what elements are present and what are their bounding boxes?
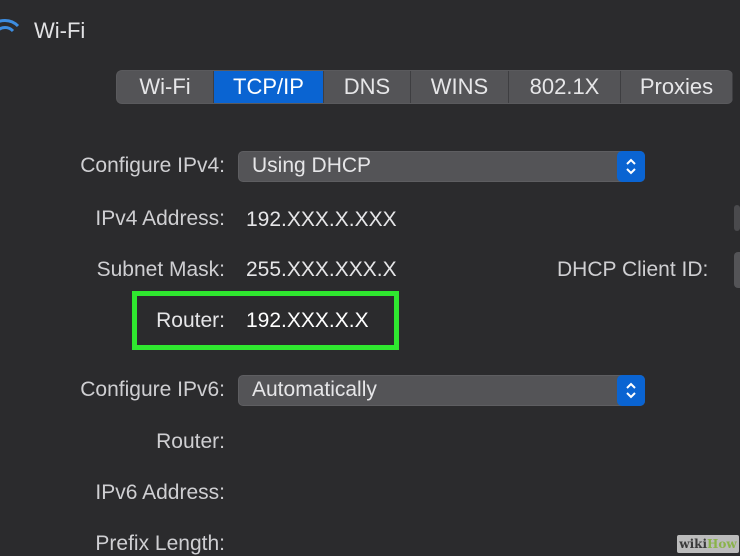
prefix-length-label: Prefix Length: (95, 532, 225, 555)
router-value: 192.XXX.X.X (246, 309, 369, 332)
tab-8021x[interactable]: 802.1X (509, 71, 621, 103)
ipv4-address-label: IPv4 Address: (95, 207, 225, 230)
configure-ipv4-popup[interactable]: Using DHCP (238, 151, 645, 182)
watermark-part1: wiki (679, 537, 708, 551)
subnet-mask-value: 255.XXX.XXX.X (246, 258, 397, 281)
configure-ipv6-stepper[interactable] (617, 375, 645, 406)
ipv6-address-label: IPv6 Address: (95, 481, 225, 504)
tab-dns[interactable]: DNS (324, 71, 411, 103)
tab-bar: Wi-Fi TCP/IP DNS WINS 802.1X Proxies (116, 70, 733, 104)
subnet-mask-label: Subnet Mask: (96, 258, 225, 281)
configure-ipv6-popup[interactable]: Automatically (238, 375, 645, 406)
tab-tcpip[interactable]: TCP/IP (214, 71, 324, 103)
window-title: Wi-Fi (34, 18, 86, 43)
dhcp-client-id-label: DHCP Client ID: (557, 258, 709, 281)
router-label: Router: (156, 309, 225, 332)
configure-ipv4-stepper[interactable] (617, 151, 645, 182)
tab-wifi[interactable]: Wi-Fi (117, 71, 214, 103)
scrollbar[interactable] (734, 205, 740, 231)
configure-ipv4-label: Configure IPv4: (80, 154, 225, 177)
ipv4-address-value: 192.XXX.X.XXX (246, 208, 397, 231)
configure-ipv6-value: Automatically (252, 378, 377, 401)
watermark-part2: How (707, 537, 737, 551)
title-bar: Wi-Fi (0, 0, 740, 64)
tab-proxies[interactable]: Proxies (621, 71, 733, 103)
wifi-icon (0, 19, 20, 33)
ipv6-router-label: Router: (156, 430, 225, 453)
tab-wins[interactable]: WINS (411, 71, 509, 103)
configure-ipv6-label: Configure IPv6: (80, 378, 225, 401)
dhcp-client-id-field[interactable] (734, 252, 740, 288)
updown-chevron-icon (626, 158, 636, 175)
wikihow-watermark: wikiHow (677, 535, 739, 553)
updown-chevron-icon (626, 382, 636, 399)
configure-ipv4-value: Using DHCP (252, 154, 372, 177)
